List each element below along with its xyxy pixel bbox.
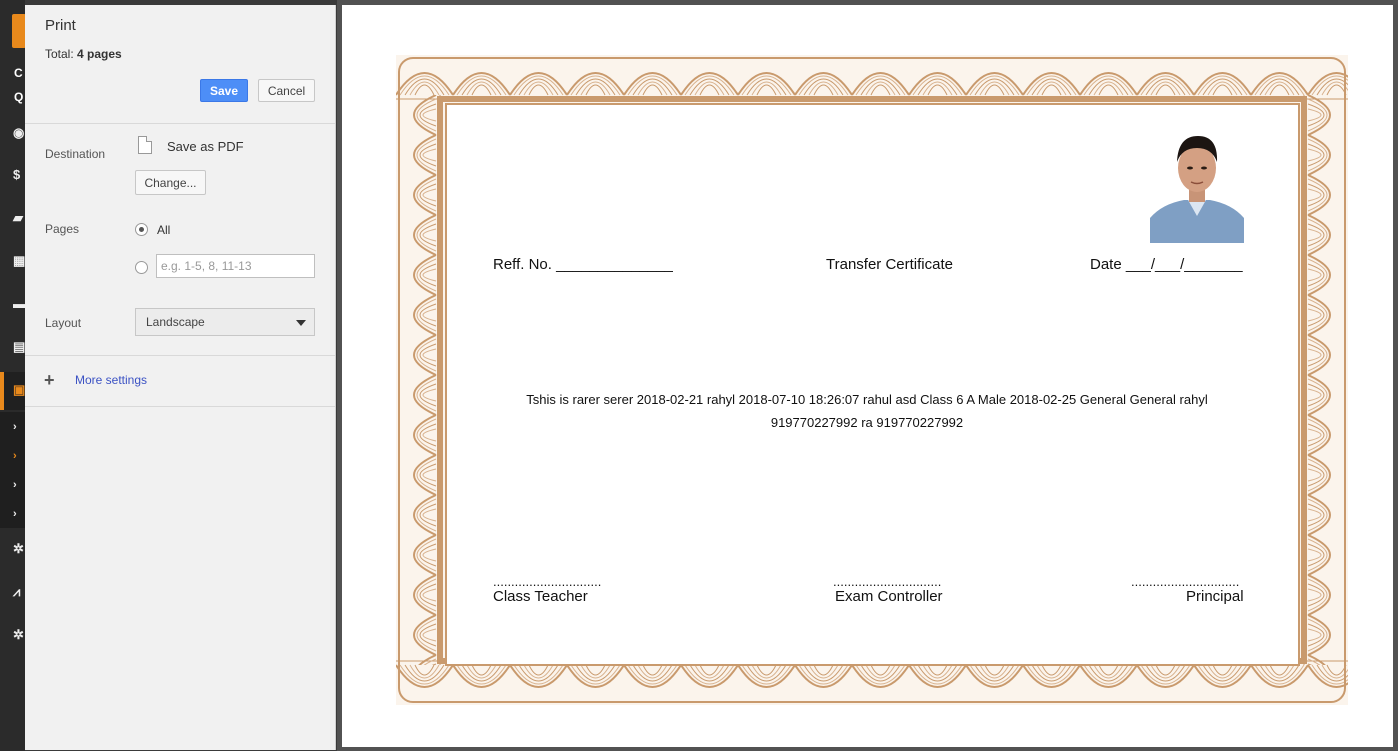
pages-label: Pages xyxy=(45,222,80,236)
certificate-title: Transfer Certificate xyxy=(826,256,953,273)
signature-exam-controller: Exam Controller xyxy=(835,588,943,605)
plus-icon[interactable]: + xyxy=(44,371,55,389)
background-app-sidebar: C Q ◉ $ ▰ ▦ ▬ ▤ ▣ › › › › ✲ ⩘ ✲ xyxy=(0,0,26,751)
student-photo xyxy=(1150,130,1244,243)
pages-custom-radio[interactable] xyxy=(135,261,148,274)
chevron-down-icon xyxy=(296,320,306,326)
certificate-date: Date ___/___/_______ xyxy=(1090,256,1243,273)
certificate-body-line: Tshis is rarer serer 2018-02-21 rahyl 20… xyxy=(526,392,1208,407)
chevron-right-icon[interactable]: › xyxy=(13,449,17,463)
layout-label: Layout xyxy=(45,316,82,330)
destination-label: Destination xyxy=(45,147,106,161)
pages-custom-input[interactable] xyxy=(156,254,315,278)
dollar-icon[interactable]: $ xyxy=(13,168,20,182)
app-logo xyxy=(12,14,26,48)
total-label: Total: xyxy=(45,47,74,61)
building-icon[interactable]: ▦ xyxy=(13,254,25,268)
print-settings-panel: Print Total: 4 pages Save Cancel Destina… xyxy=(25,5,336,750)
app-strip-letter: C xyxy=(14,66,23,80)
certificate-body-line: 919770227992 ra 919770227992 xyxy=(770,415,964,430)
pages-all-radio[interactable] xyxy=(135,223,148,236)
document-icon xyxy=(138,136,152,154)
reference-number: Reff. No. ______________ xyxy=(493,256,673,273)
print-title: Print xyxy=(45,17,76,34)
divider xyxy=(25,355,335,356)
chart-icon[interactable]: ⩘ xyxy=(13,585,20,599)
signature-principal: Principal xyxy=(1186,588,1244,605)
divider xyxy=(25,406,335,407)
chevron-right-icon[interactable]: › xyxy=(13,420,17,434)
more-settings-link[interactable]: More settings xyxy=(75,373,147,387)
gear-icon[interactable]: ✲ xyxy=(13,542,24,556)
destination-value: Save as PDF xyxy=(167,139,244,154)
chevron-right-icon[interactable]: › xyxy=(13,507,17,521)
layout-select[interactable]: Landscape xyxy=(135,308,315,336)
signature-line: .............................. xyxy=(493,574,602,589)
signature-line: .............................. xyxy=(833,574,942,589)
eye-icon[interactable]: ◉ xyxy=(13,126,24,140)
settings-icon[interactable]: ✲ xyxy=(13,628,24,642)
preview-page: Reff. No. ______________ Transfer Certif… xyxy=(342,5,1393,747)
cancel-button[interactable]: Cancel xyxy=(258,79,315,102)
print-preview-area: Reff. No. ______________ Transfer Certif… xyxy=(337,0,1398,751)
chevron-right-icon[interactable]: › xyxy=(13,478,17,492)
total-value: 4 pages xyxy=(77,47,122,61)
layout-selected-value: Landscape xyxy=(146,315,205,329)
change-destination-button[interactable]: Change... xyxy=(135,170,206,195)
pages-all-label: All xyxy=(157,223,171,237)
newspaper-icon[interactable]: ▣ xyxy=(13,383,25,397)
signature-class-teacher: Class Teacher xyxy=(493,588,588,605)
book-icon[interactable]: ▰ xyxy=(13,211,23,225)
total-pages: Total: 4 pages xyxy=(45,47,122,61)
signature-line: .............................. xyxy=(1131,574,1240,589)
app-strip-letter: Q xyxy=(14,90,24,104)
divider xyxy=(25,123,335,124)
grid-icon[interactable]: ▤ xyxy=(13,340,25,354)
certificate-body: Tshis is rarer serer 2018-02-21 rahyl 20… xyxy=(502,388,1232,434)
save-button[interactable]: Save xyxy=(200,79,248,102)
active-menu-indicator xyxy=(0,372,4,410)
